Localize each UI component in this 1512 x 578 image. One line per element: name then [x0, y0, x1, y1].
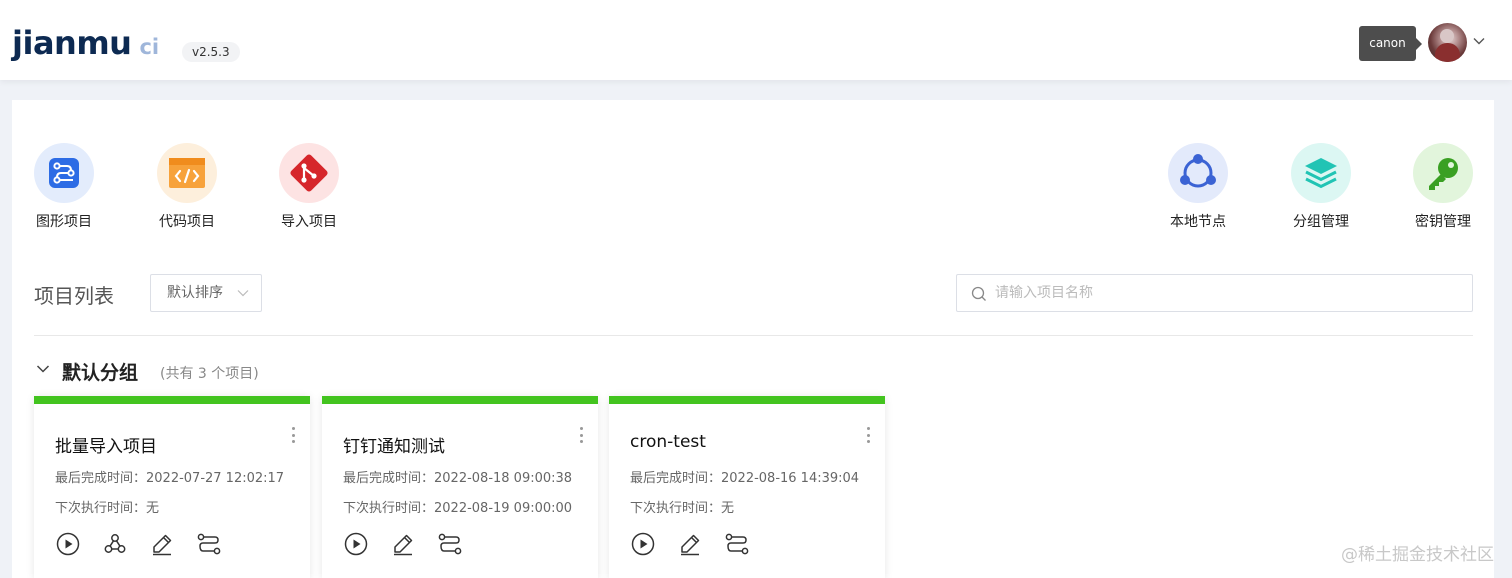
- workflow-icon[interactable]: [437, 531, 463, 557]
- git-import-icon: [279, 143, 339, 203]
- project-list-title: 项目列表: [34, 284, 114, 308]
- group-layers-icon: [1291, 143, 1351, 203]
- last-completed-time: 最后完成时间：2022-08-18 09:00:38: [343, 471, 573, 486]
- webhook-icon[interactable]: [102, 531, 128, 557]
- logo-ci-text: ci: [139, 35, 160, 59]
- edit-icon[interactable]: [149, 531, 175, 557]
- chevron-down-icon[interactable]: [1472, 34, 1486, 48]
- version-badge: v2.5.3: [182, 42, 240, 62]
- main-panel: 图形项目 代码项目 导入项目 本地节点 分组管理 密钥管理 项目列表 默认排序 …: [12, 100, 1494, 578]
- local-node-icon: [1168, 143, 1228, 203]
- top-bar: jianmu ci v2.5.3 canon: [0, 0, 1512, 80]
- card-actions: [55, 531, 243, 557]
- quick-action-label: 代码项目: [159, 214, 215, 230]
- more-options-icon[interactable]: [286, 424, 300, 446]
- play-icon[interactable]: [343, 531, 369, 557]
- project-card[interactable]: 批量导入项目 最后完成时间：2022-07-27 12:02:17 下次执行时间…: [34, 396, 310, 578]
- workflow-icon[interactable]: [724, 531, 750, 557]
- quick-action-git-import[interactable]: 导入项目: [273, 143, 345, 231]
- project-name[interactable]: 钉钉通知测试: [343, 432, 445, 457]
- edit-icon[interactable]: [677, 531, 703, 557]
- play-icon[interactable]: [55, 531, 81, 557]
- workflow-icon[interactable]: [196, 531, 222, 557]
- project-card[interactable]: cron-test 最后完成时间：2022-08-16 14:39:04 下次执…: [609, 396, 885, 578]
- chevron-down-icon: [237, 290, 249, 297]
- next-run-time: 下次执行时间：无: [55, 501, 160, 516]
- next-run-time: 下次执行时间：2022-08-19 09:00:00: [343, 501, 573, 516]
- quick-action-graph-project[interactable]: 图形项目: [28, 143, 100, 231]
- graph-project-icon: [34, 143, 94, 203]
- chevron-down-icon[interactable]: [36, 364, 50, 374]
- play-icon[interactable]: [630, 531, 656, 557]
- quick-action-label: 导入项目: [281, 214, 337, 230]
- quick-action-local-node[interactable]: 本地节点: [1162, 143, 1234, 231]
- avatar[interactable]: [1428, 23, 1467, 62]
- last-completed-time: 最后完成时间：2022-07-27 12:02:17: [55, 471, 285, 486]
- username-tooltip: canon: [1359, 26, 1422, 61]
- quick-action-label: 本地节点: [1170, 214, 1226, 230]
- sort-select[interactable]: 默认排序: [150, 274, 262, 312]
- logo-text: jianmu: [12, 24, 132, 62]
- search-icon: [971, 286, 986, 301]
- project-name[interactable]: 批量导入项目: [55, 432, 157, 457]
- project-name[interactable]: cron-test: [630, 432, 706, 452]
- next-run-time: 下次执行时间：无: [630, 501, 735, 516]
- sort-select-value: 默认排序: [167, 285, 223, 301]
- search-box[interactable]: [956, 274, 1473, 312]
- project-card[interactable]: 钉钉通知测试 最后完成时间：2022-08-18 09:00:38 下次执行时间…: [322, 396, 598, 578]
- quick-action-code-project[interactable]: 代码项目: [151, 143, 223, 231]
- more-options-icon[interactable]: [861, 424, 875, 446]
- divider: [34, 335, 1473, 336]
- last-completed-time: 最后完成时间：2022-08-16 14:39:04: [630, 471, 860, 486]
- key-icon: [1413, 143, 1473, 203]
- quick-action-label: 图形项目: [36, 214, 92, 230]
- quick-action-group-management[interactable]: 分组管理: [1285, 143, 1357, 231]
- code-project-icon: [157, 143, 217, 203]
- edit-icon[interactable]: [390, 531, 416, 557]
- group-name[interactable]: 默认分组: [62, 358, 138, 385]
- quick-action-key-management[interactable]: 密钥管理: [1407, 143, 1479, 231]
- search-input[interactable]: [995, 275, 1455, 311]
- card-actions: [343, 531, 484, 557]
- quick-action-label: 分组管理: [1293, 214, 1349, 230]
- group-project-count: (共有 3 个项目): [160, 366, 259, 382]
- more-options-icon[interactable]: [574, 424, 588, 446]
- logo[interactable]: jianmu ci: [12, 24, 159, 62]
- card-actions: [630, 531, 771, 557]
- watermark: @稀土掘金技术社区: [1341, 545, 1494, 565]
- quick-action-label: 密钥管理: [1415, 214, 1471, 230]
